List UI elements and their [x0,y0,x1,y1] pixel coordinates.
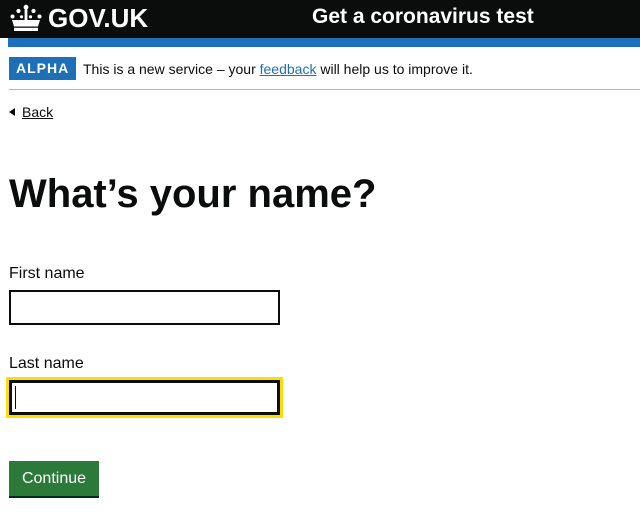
feedback-link[interactable]: feedback [260,61,317,77]
last-name-input[interactable] [9,380,280,415]
last-name-label: Last name [9,355,84,372]
text-caret [15,386,16,409]
logo-text: GOV.UK [48,3,149,33]
service-name-link[interactable]: Get a coronavirus test [312,3,534,31]
header-blue-bar [8,38,640,47]
phase-banner-text: This is a new service – your feedback wi… [83,59,473,79]
phase-text-before: This is a new service – your [83,61,260,77]
govuk-logo-link[interactable]: GOV.UK [9,3,148,33]
site-header: GOV.UK Get a coronavirus test [0,0,640,38]
phase-text-after: will help us to improve it. [316,61,473,77]
page-title: What’s your name? [9,172,377,216]
continue-button[interactable]: Continue [9,461,99,496]
first-name-label: First name [9,265,85,282]
first-name-input[interactable] [9,290,280,325]
back-link[interactable]: Back [9,102,53,122]
crown-icon [10,4,42,31]
phase-banner: ALPHA This is a new service – your feedb… [9,56,640,90]
back-arrow-icon [9,108,15,116]
phase-tag: ALPHA [9,57,77,80]
back-link-label: Back [22,104,54,120]
